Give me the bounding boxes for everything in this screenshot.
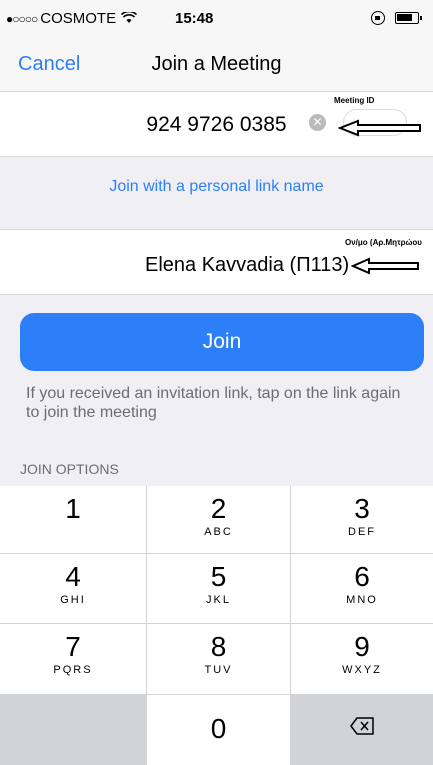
key-6[interactable]: 6 MNO [291, 554, 433, 623]
wifi-icon [121, 10, 138, 27]
backspace-key[interactable] [291, 695, 433, 765]
key-letters: ABC [204, 526, 233, 538]
annotation-arrow-icon [338, 119, 421, 137]
key-digit: 2 [210, 493, 227, 524]
key-digit: 0 [210, 713, 227, 744]
key-digit: 7 [65, 631, 81, 662]
key-2[interactable]: 2 ABC [147, 486, 290, 553]
clear-icon[interactable]: ✕ [309, 114, 326, 131]
key-4[interactable]: 4 GHI [0, 554, 146, 623]
annotation-arrow-icon [351, 257, 419, 275]
personal-link-button[interactable]: Join with a personal link name [0, 178, 433, 196]
key-7[interactable]: 7 PQRS [0, 624, 146, 694]
status-time: 15:48 [175, 10, 214, 27]
key-digit: 1 [65, 493, 81, 524]
key-digit: 3 [354, 493, 370, 524]
key-blank [0, 695, 146, 765]
key-5[interactable]: 5 JKL [147, 554, 290, 623]
key-0[interactable]: 0 [147, 695, 290, 765]
key-digit: 5 [210, 561, 227, 592]
key-letters: PQRS [53, 664, 93, 676]
nav-bar: Cancel Join a Meeting [0, 40, 433, 92]
key-3[interactable]: 3 DEF [291, 486, 433, 553]
join-button[interactable]: Join [20, 313, 424, 371]
key-digit: 8 [210, 631, 227, 662]
status-bar: ●○○○○ COSMOTE 15:48 [0, 0, 433, 40]
key-letters: TUV [204, 664, 233, 676]
battery-icon [395, 12, 422, 24]
key-1[interactable]: 1 [0, 486, 146, 553]
numeric-keypad: 1 2 ABC 3 DEF 4 GHI 5 JKL 6 MNO 7 PQRS 8… [0, 486, 433, 765]
status-right [371, 11, 422, 25]
key-letters: JKL [206, 594, 231, 606]
key-8[interactable]: 8 TUV [147, 624, 290, 694]
screen-name-input[interactable]: Elena Kavvadia (Π113) [145, 254, 349, 277]
carrier-name: COSMOTE [40, 10, 117, 27]
key-letters: MNO [346, 594, 378, 606]
key-letters: GHI [60, 594, 86, 606]
meeting-id-annotation: Meeting ID [334, 96, 375, 105]
backspace-icon [350, 717, 374, 735]
key-letters: WXYZ [342, 664, 382, 676]
signal-strength-icon: ●○○○○ [6, 11, 38, 26]
key-digit: 4 [65, 561, 81, 592]
key-digit: 9 [354, 631, 370, 662]
rotation-lock-icon [371, 11, 385, 25]
page-title: Join a Meeting [151, 53, 282, 75]
key-9[interactable]: 9 WXYZ [291, 624, 433, 694]
join-info-text: If you received an invitation link, tap … [26, 385, 401, 421]
key-letters: DEF [348, 526, 376, 538]
key-digit: 6 [354, 561, 370, 592]
name-annotation: Ον/μο (Αρ.Μητρώου [345, 238, 422, 247]
status-left: ●○○○○ COSMOTE [6, 10, 138, 27]
join-options-header: JOIN OPTIONS [20, 461, 119, 477]
